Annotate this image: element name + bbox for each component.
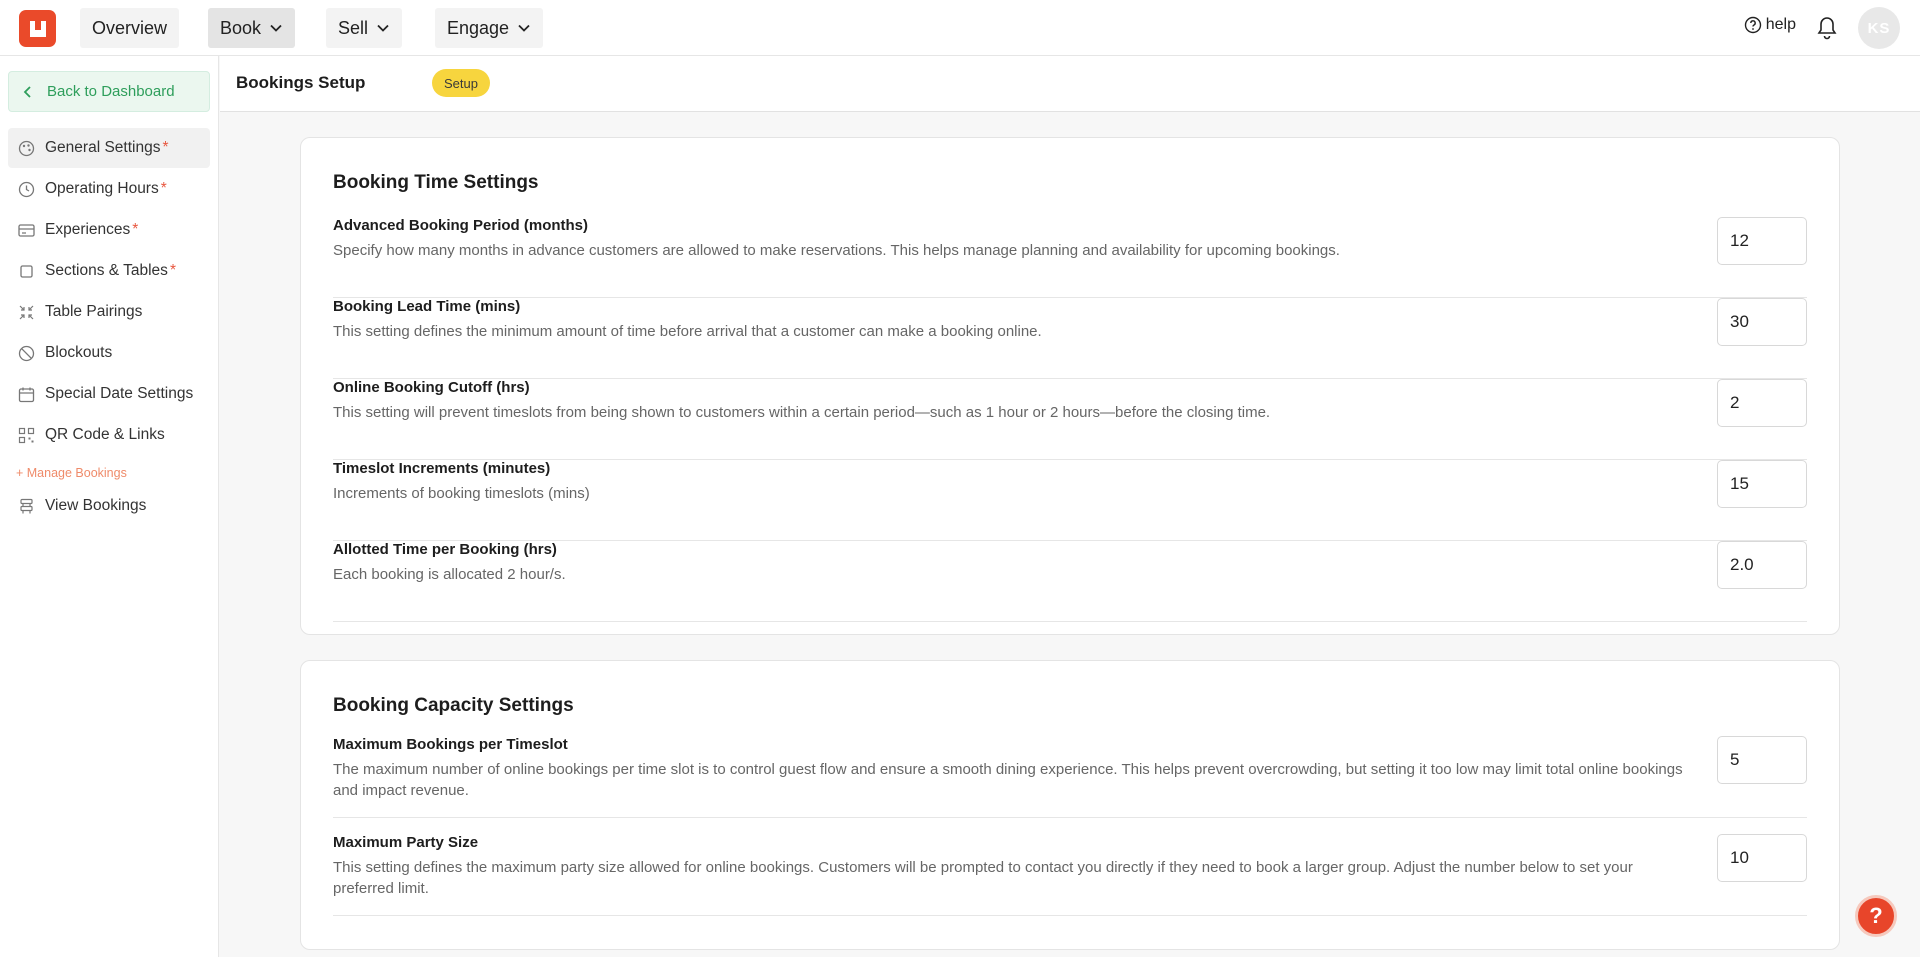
ban-icon	[18, 345, 35, 361]
setting-description: The maximum number of online bookings pe…	[333, 761, 1683, 799]
setting-row: Booking Lead Time (mins) This setting de…	[333, 298, 1807, 379]
section-title: Booking Capacity Settings	[333, 695, 574, 716]
chevron-down-icon	[518, 24, 530, 32]
section-title: Booking Time Settings	[333, 172, 539, 193]
calendar-icon	[18, 387, 35, 402]
setting-label: Booking Lead Time (mins)	[333, 298, 521, 315]
chevron-left-icon	[23, 85, 31, 98]
sidebar-item-experiences[interactable]: Experiences *	[8, 210, 210, 250]
max-bookings-per-timeslot-input[interactable]	[1717, 736, 1807, 784]
setting-row: Timeslot Increments (minutes) Increments…	[333, 460, 1807, 541]
page-header: Bookings Setup Setup	[220, 56, 1920, 112]
help-fab-button[interactable]: ?	[1855, 895, 1897, 937]
sidebar-item-sections-tables[interactable]: Sections & Tables *	[8, 251, 210, 291]
sidebar-item-label: View Bookings	[45, 497, 147, 514]
setting-label: Advanced Booking Period (months)	[333, 217, 589, 234]
qr-code-icon	[18, 427, 35, 443]
sidebar-item-special-date-settings[interactable]: Special Date Settings	[8, 374, 210, 414]
nav-engage-label: Engage	[447, 17, 510, 38]
sidebar-item-label: QR Code & Links	[45, 426, 165, 443]
setting-label: Allotted Time per Booking (hrs)	[333, 541, 557, 558]
page-title: Bookings Setup	[236, 73, 366, 92]
sidebar-item-label: Operating Hours	[45, 180, 159, 197]
nav-book-label: Book	[220, 17, 262, 38]
back-to-dashboard-button[interactable]: Back to Dashboard	[8, 71, 210, 112]
chevron-down-icon	[270, 24, 282, 32]
allotted-time-input[interactable]	[1717, 541, 1807, 589]
palette-icon	[18, 140, 35, 156]
advanced-booking-period-input[interactable]	[1717, 217, 1807, 265]
setting-label: Timeslot Increments (minutes)	[333, 460, 551, 477]
setting-description: This setting will prevent timeslots from…	[333, 404, 1271, 421]
compress-arrows-icon	[19, 305, 34, 319]
setting-label: Online Booking Cutoff (hrs)	[333, 379, 530, 396]
required-marker: *	[169, 262, 176, 279]
setting-row: Online Booking Cutoff (hrs) This setting…	[333, 379, 1807, 460]
required-marker: *	[132, 221, 139, 238]
sidebar-item-operating-hours[interactable]: Operating Hours *	[8, 169, 210, 209]
sidebar-item-label: Special Date Settings	[45, 385, 194, 402]
online-booking-cutoff-input[interactable]	[1717, 379, 1807, 427]
stack-icon	[20, 498, 33, 513]
nav-sell-label: Sell	[338, 17, 369, 38]
sidebar-item-blockouts[interactable]: Blockouts	[8, 333, 210, 373]
sidebar-item-label: General Settings	[45, 139, 161, 156]
back-to-dashboard-label: Back to Dashboard	[47, 83, 175, 100]
square-icon	[20, 264, 33, 278]
setting-label: Maximum Party Size	[333, 834, 479, 851]
setting-description: This setting defines the maximum party s…	[333, 859, 1633, 897]
sidebar-item-label: Experiences	[45, 221, 131, 238]
setting-row: Allotted Time per Booking (hrs) Each boo…	[333, 541, 1807, 622]
setting-row: Maximum Party Size This setting defines …	[333, 834, 1807, 916]
nav-overview[interactable]: Overview	[80, 8, 180, 48]
chevron-down-icon	[377, 24, 389, 32]
required-marker: *	[160, 180, 167, 197]
nav-overview-label: Overview	[92, 17, 168, 38]
status-badge: Setup	[432, 69, 490, 97]
setting-description: This setting defines the minimum amount …	[333, 323, 1042, 340]
nav-engage[interactable]: Engage	[435, 8, 544, 48]
setting-description: Each booking is allocated 2 hour/s.	[333, 566, 566, 583]
booking-capacity-settings-card: Booking Capacity Settings Maximum Bookin…	[300, 660, 1840, 950]
sidebar-item-qr-code-links[interactable]: QR Code & Links	[8, 415, 210, 455]
sidebar-item-label: Sections & Tables	[45, 262, 168, 279]
sidebar-item-general-settings[interactable]: General Settings *	[8, 128, 210, 168]
card-icon	[18, 223, 35, 237]
logo-icon	[29, 20, 46, 37]
help-link[interactable]: help	[1744, 16, 1796, 34]
setting-label: Maximum Bookings per Timeslot	[333, 736, 568, 753]
required-marker: *	[162, 139, 169, 156]
booking-time-settings-card: Booking Time Settings Advanced Booking P…	[300, 137, 1840, 635]
booking-lead-time-input[interactable]	[1717, 298, 1807, 346]
question-circle-icon	[1744, 16, 1761, 34]
nav-sell[interactable]: Sell	[326, 8, 403, 48]
sidebar-item-table-pairings[interactable]: Table Pairings	[8, 292, 210, 332]
max-party-size-input[interactable]	[1717, 834, 1807, 882]
setting-row: Maximum Bookings per Timeslot The maximu…	[333, 736, 1807, 818]
manage-bookings-section-label[interactable]: + Manage Bookings	[16, 466, 127, 480]
timeslot-increments-input[interactable]	[1717, 460, 1807, 508]
sidebar-item-label: Blockouts	[45, 344, 113, 361]
sidebar-item-view-bookings[interactable]: View Bookings	[8, 486, 210, 526]
sidebar-item-label: Table Pairings	[45, 303, 143, 320]
clock-icon	[18, 181, 35, 197]
setting-row: Advanced Booking Period (months) Specify…	[333, 217, 1807, 298]
nav-book[interactable]: Book	[208, 8, 296, 48]
setting-description: Increments of booking timeslots (mins)	[333, 485, 590, 502]
user-avatar[interactable]: KS	[1858, 7, 1900, 49]
brand-logo[interactable]	[19, 10, 56, 47]
sidebar: Back to Dashboard General Settings * Oper…	[0, 56, 219, 957]
top-navigation: Overview Book Sell Engage help KS	[0, 0, 1920, 56]
help-label: help	[1765, 16, 1796, 33]
setting-description: Specify how many months in advance custo…	[333, 242, 1340, 259]
bell-icon[interactable]	[1815, 15, 1839, 41]
